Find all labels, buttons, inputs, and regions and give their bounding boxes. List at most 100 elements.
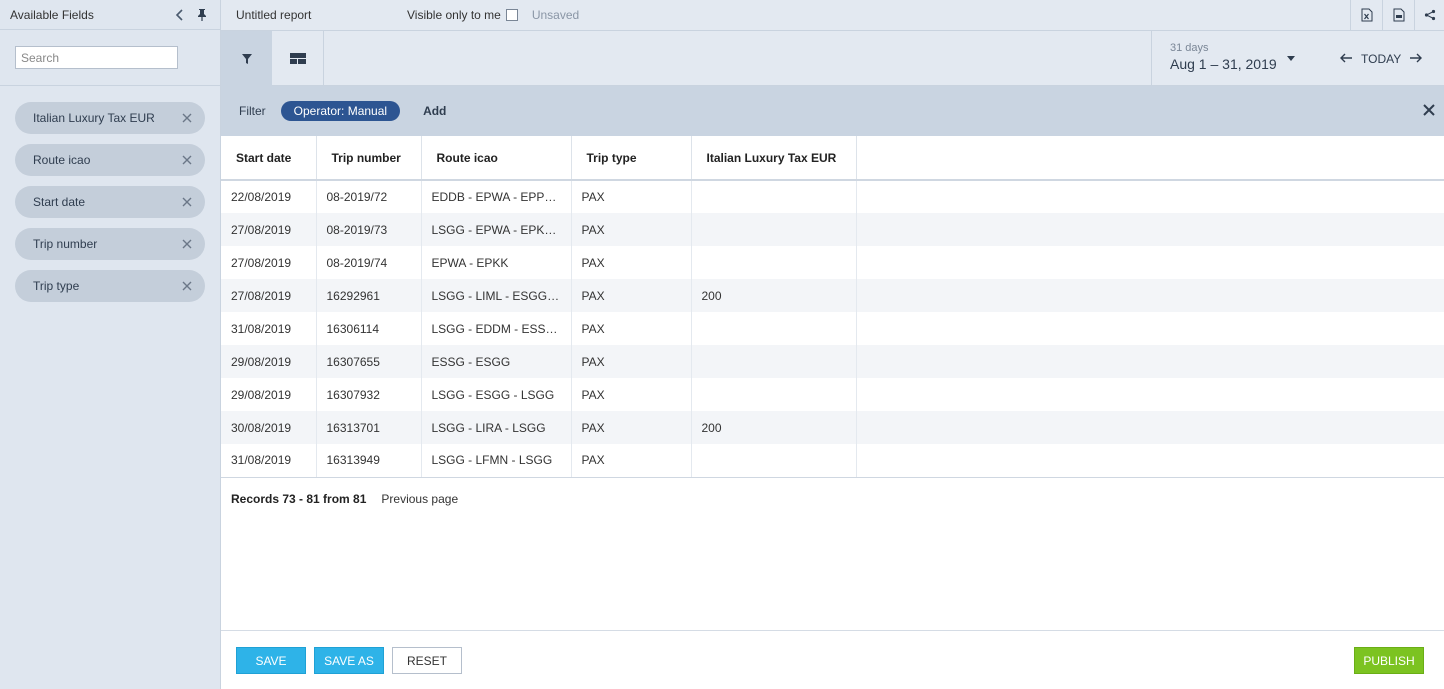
field-chip[interactable]: Trip type (15, 270, 205, 302)
layout-tab[interactable] (272, 31, 324, 86)
table-cell: 27/08/2019 (221, 213, 317, 246)
field-chip[interactable]: Start date (15, 186, 205, 218)
table-cell: PAX (571, 213, 692, 246)
table-row[interactable]: 27/08/2019 16292961 LSGG - LIML - ESGG - L… (221, 279, 1444, 312)
column-header[interactable]: Trip number (316, 136, 422, 181)
table-cell (691, 180, 857, 213)
collapse-chevron-left-icon[interactable] (172, 7, 188, 23)
table-cell-filler (856, 246, 1444, 279)
table-cell: 27/08/2019 (221, 246, 317, 279)
report-topbar: Untitled report Visible only to me Unsav… (221, 0, 1444, 31)
table-row[interactable]: 31/08/2019 16306114 LSGG - EDDM - ESSB - L… (221, 312, 1444, 345)
table-cell: 16307932 (316, 378, 422, 411)
table-row[interactable]: 22/08/2019 08-2019/72 EDDB - EPWA - EPPO -… (221, 180, 1444, 213)
field-chip[interactable]: Trip number (15, 228, 205, 260)
table-row[interactable]: 29/08/2019 16307932 LSGG - ESGG - LSGG PAX (221, 378, 1444, 411)
filter-tab[interactable] (221, 31, 272, 86)
table-cell (691, 378, 857, 411)
pdf-file-icon (1393, 8, 1404, 22)
previous-page-link[interactable]: Previous page (381, 492, 458, 506)
table-cell: 16306114 (316, 312, 422, 345)
table-cell: 30/08/2019 (221, 411, 317, 444)
table-row[interactable]: 27/08/2019 08-2019/74 EPWA - EPKK PAX (221, 246, 1444, 279)
table-cell: 16313949 (316, 444, 422, 478)
column-header[interactable]: Italian Luxury Tax EUR (691, 136, 857, 181)
table-cell: PAX (571, 246, 692, 279)
field-chip-label: Trip number (33, 237, 98, 251)
column-header[interactable]: Trip type (571, 136, 692, 181)
table-row[interactable]: 27/08/2019 08-2019/73 LSGG - EPWA - EPKK -… (221, 213, 1444, 246)
search-area (0, 30, 220, 86)
excel-file-icon (1361, 8, 1372, 22)
today-button[interactable]: TODAY (1361, 52, 1401, 66)
table-cell: EDDB - EPWA - EPPO - EDDB (421, 180, 572, 213)
table-cell: PAX (571, 411, 692, 444)
table-cell: PAX (571, 312, 692, 345)
table-cell: 08-2019/72 (316, 180, 422, 213)
operator-filter-pill[interactable]: Operator: Manual (280, 101, 401, 121)
save-button[interactable]: SAVE (236, 647, 306, 674)
table-cell: ESSG - ESGG (421, 345, 572, 378)
close-icon[interactable] (1422, 103, 1436, 117)
table-cell: 31/08/2019 (221, 444, 317, 478)
table-cell (691, 213, 857, 246)
pin-icon[interactable] (194, 7, 210, 23)
date-range-picker: 31 days Aug 1 – 31, 2019 TODAY (1151, 31, 1444, 86)
field-chip[interactable]: Route icao (15, 144, 205, 176)
funnel-icon (241, 53, 252, 64)
share-icon (1424, 9, 1435, 21)
column-header[interactable]: Route icao (421, 136, 572, 181)
share-button[interactable] (1414, 0, 1444, 30)
table-cell (691, 444, 857, 478)
top-actions (1350, 0, 1444, 30)
field-chip-list: Italian Luxury Tax EUR Route icao Start da… (0, 86, 220, 302)
table-cell: 31/08/2019 (221, 312, 317, 345)
table-cell: 22/08/2019 (221, 180, 317, 213)
remove-field-icon[interactable] (181, 112, 193, 124)
field-chip[interactable]: Italian Luxury Tax EUR (15, 102, 205, 134)
add-filter-button[interactable]: Add (423, 104, 446, 118)
table-cell: 16307655 (316, 345, 422, 378)
arrow-left-icon[interactable] (1339, 51, 1353, 65)
filter-bar: Filter Operator: Manual Add (221, 86, 1444, 136)
filter-label: Filter (239, 104, 266, 118)
caret-down-icon[interactable] (1286, 56, 1296, 62)
table-cell: 16292961 (316, 279, 422, 312)
table-cell: 200 (691, 279, 857, 312)
save-as-button[interactable]: SAVE AS (314, 647, 384, 674)
export-excel-button[interactable] (1350, 0, 1382, 30)
report-title[interactable]: Untitled report (236, 8, 407, 22)
visible-only-checkbox[interactable] (505, 9, 518, 21)
remove-field-icon[interactable] (181, 238, 193, 250)
table-row[interactable]: 31/08/2019 16313949 LSGG - LFMN - LSGG PAX (221, 444, 1444, 478)
publish-button[interactable]: PUBLISH (1354, 647, 1424, 674)
table-cell: 29/08/2019 (221, 378, 317, 411)
report-table: Start date Trip number Route icao Trip type… (221, 136, 1444, 478)
table-layout-icon (289, 52, 306, 64)
export-pdf-button[interactable] (1382, 0, 1414, 30)
table-row[interactable]: 30/08/2019 16313701 LSGG - LIRA - LSGG PAX 2… (221, 411, 1444, 444)
table-cell: 16313701 (316, 411, 422, 444)
reset-button[interactable]: RESET (392, 647, 462, 674)
table-cell: 27/08/2019 (221, 279, 317, 312)
remove-field-icon[interactable] (181, 280, 193, 292)
table-cell (691, 312, 857, 345)
search-input[interactable] (15, 46, 178, 69)
table-cell-filler (856, 180, 1444, 213)
column-header[interactable]: Start date (221, 136, 317, 181)
save-status: Unsaved (531, 8, 580, 22)
arrow-right-icon[interactable] (1409, 51, 1423, 65)
remove-field-icon[interactable] (181, 154, 193, 166)
records-count: Records 73 - 81 from 81 (231, 492, 367, 506)
date-range-days: 31 days (1170, 42, 1209, 54)
table-cell: LSGG - LFMN - LSGG (421, 444, 572, 478)
table-row[interactable]: 29/08/2019 16307655 ESSG - ESGG PAX (221, 345, 1444, 378)
field-chip-label: Trip type (33, 279, 80, 293)
table-cell: 29/08/2019 (221, 345, 317, 378)
date-range-value[interactable]: Aug 1 – 31, 2019 (1170, 56, 1277, 72)
table-cell-filler (856, 345, 1444, 378)
report-toolbar: 31 days Aug 1 – 31, 2019 TODAY (221, 31, 1444, 86)
remove-field-icon[interactable] (181, 196, 193, 208)
report-table-wrap: Start date Trip number Route icao Trip type… (221, 136, 1444, 478)
table-header-row: Start date Trip number Route icao Trip type… (221, 136, 1444, 181)
